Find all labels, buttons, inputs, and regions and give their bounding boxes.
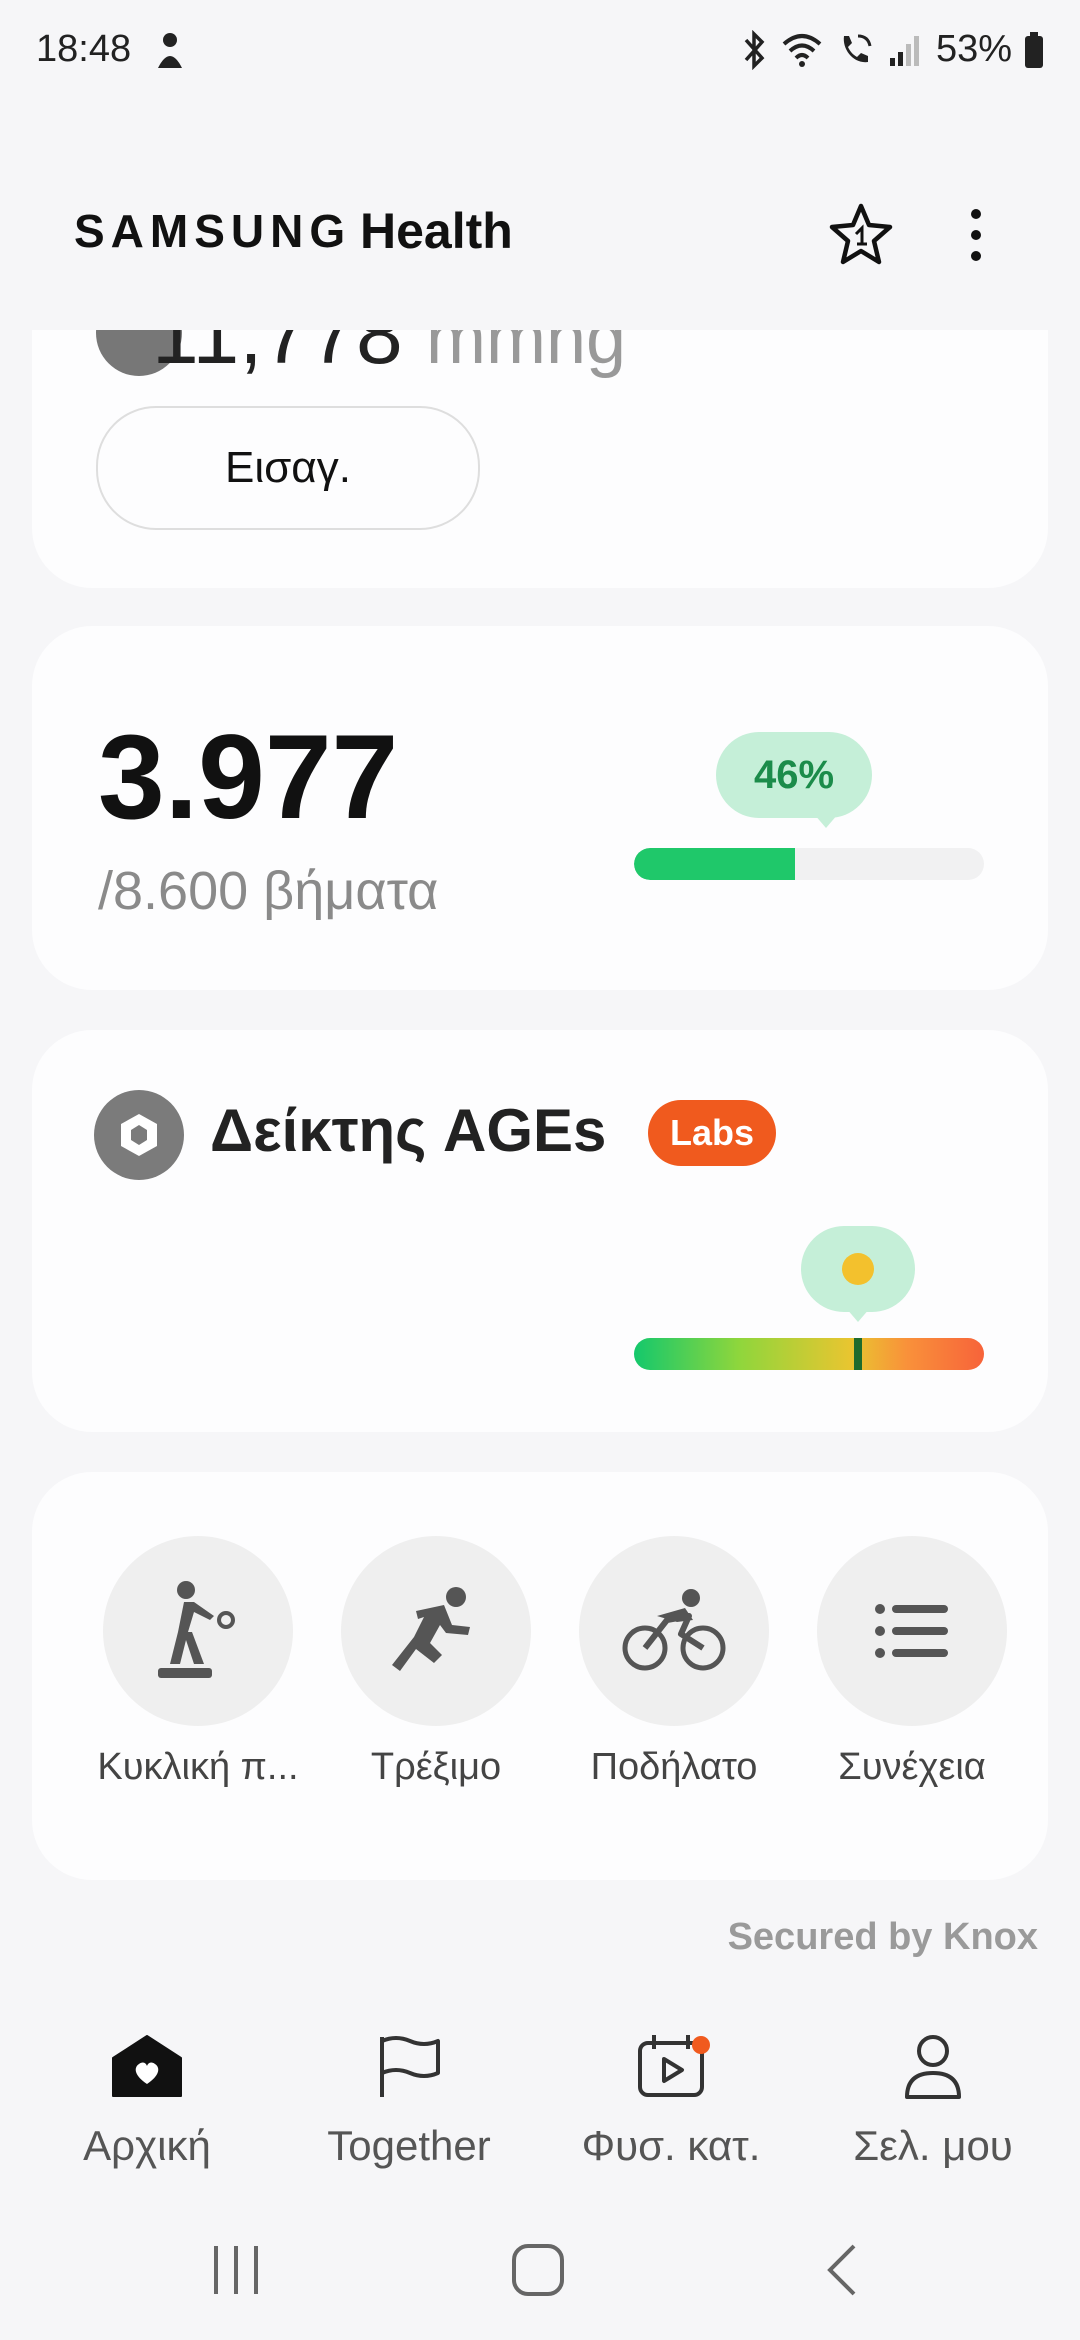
home-icon[interactable] bbox=[32, 2024, 262, 2108]
nav-label: Αρχική bbox=[83, 2122, 211, 2169]
ages-indicator-bubble bbox=[801, 1226, 915, 1312]
nav-home[interactable]: Αρχική bbox=[32, 2024, 262, 2170]
ages-indicator-pointer bbox=[846, 1308, 870, 1322]
list-icon[interactable] bbox=[817, 1536, 1007, 1726]
wifi-call-icon bbox=[843, 34, 872, 62]
workout-label: Τρέξιμο bbox=[370, 1746, 502, 1788]
person-icon[interactable] bbox=[818, 2024, 1048, 2108]
battery-icon bbox=[1025, 31, 1043, 68]
ages-hexagon-icon bbox=[94, 1090, 184, 1180]
ages-indicator-dot bbox=[842, 1253, 874, 1285]
ages-marker bbox=[854, 1338, 862, 1370]
notification-dot bbox=[692, 2036, 710, 2054]
steps-percent-pointer bbox=[814, 814, 838, 828]
workout-cycling[interactable]: Ποδήλατο bbox=[558, 1536, 790, 1789]
workout-label: Ποδήλατο bbox=[590, 1746, 758, 1788]
nav-label: Together bbox=[327, 2122, 491, 2169]
wifi-icon bbox=[782, 33, 822, 67]
status-time: 18:48 bbox=[36, 28, 132, 70]
running-icon[interactable] bbox=[341, 1536, 531, 1726]
app-header: SAMSUNG Health bbox=[0, 180, 1080, 280]
cycling-icon[interactable] bbox=[579, 1536, 769, 1726]
app-title: Health bbox=[360, 203, 513, 259]
notification-icon bbox=[158, 33, 182, 68]
nav-fitness[interactable]: Φυσ. κατ. bbox=[556, 2024, 786, 2170]
bottom-navigation: Αρχική Together Φυσ. κατ. Σελ. μου bbox=[0, 2010, 1080, 2180]
nav-my-page[interactable]: Σελ. μου bbox=[818, 2024, 1048, 2170]
steps-progress-fill bbox=[634, 848, 795, 880]
workout-circuit-training[interactable]: Κυκλική π... bbox=[82, 1536, 314, 1789]
nav-label: Σελ. μου bbox=[853, 2122, 1013, 2169]
more-options-icon[interactable] bbox=[956, 200, 996, 270]
steps-goal: /8.600 βήματα bbox=[98, 861, 439, 921]
steps-percent-bubble: 46% bbox=[716, 732, 872, 818]
fitness-calendar-icon[interactable] bbox=[556, 2024, 786, 2108]
flag-icon[interactable] bbox=[294, 2024, 524, 2108]
food-unit: mmng bbox=[426, 330, 627, 379]
ages-card[interactable]: Δείκτης AGEs Labs bbox=[32, 1030, 1048, 1432]
knox-security-note: Secured by Knox bbox=[727, 1916, 1038, 1958]
status-icons: 53% bbox=[740, 28, 1044, 71]
labs-badge: Labs bbox=[648, 1100, 776, 1166]
steps-progress-bar bbox=[634, 848, 984, 880]
food-calories: 11,778 bbox=[152, 330, 403, 381]
workout-shortcuts-card: Κυκλική π... Τρέξιμο Ποδήλατο Συνέχεια bbox=[32, 1472, 1048, 1880]
food-card[interactable]: 11,778 mmng Εισαγ. bbox=[32, 330, 1048, 588]
system-navigation-bar bbox=[0, 2220, 1080, 2320]
battery-level: 53% bbox=[935, 28, 1012, 70]
workout-running[interactable]: Τρέξιμο bbox=[320, 1536, 552, 1789]
ages-gradient-bar bbox=[634, 1338, 984, 1370]
nav-together[interactable]: Together bbox=[294, 2024, 524, 2170]
ages-title: Δείκτης AGEs bbox=[210, 1097, 607, 1164]
workout-more[interactable]: Συνέχεια bbox=[796, 1536, 1028, 1789]
recent-apps-icon[interactable] bbox=[206, 2240, 266, 2300]
steps-count: 3.977 bbox=[98, 710, 399, 844]
enter-food-button[interactable]: Εισαγ. bbox=[96, 406, 480, 530]
workout-label: Κυκλική π... bbox=[97, 1746, 299, 1788]
rewards-star-icon[interactable] bbox=[826, 200, 896, 270]
bluetooth-icon bbox=[744, 29, 765, 70]
home-button-icon[interactable] bbox=[508, 2240, 568, 2300]
steps-card[interactable]: 3.977 /8.600 βήματα 46% bbox=[32, 626, 1048, 990]
status-bar: 18:48 53% bbox=[0, 0, 1080, 104]
food-value: 11,778 mmng bbox=[152, 330, 626, 383]
circuit-training-icon[interactable] bbox=[103, 1536, 293, 1726]
nav-label: Φυσ. κατ. bbox=[581, 2122, 761, 2169]
back-icon[interactable] bbox=[818, 2240, 868, 2300]
workout-label: Συνέχεια bbox=[838, 1746, 986, 1788]
signal-icon bbox=[889, 35, 919, 66]
samsung-logo: SAMSUNG bbox=[74, 205, 352, 257]
